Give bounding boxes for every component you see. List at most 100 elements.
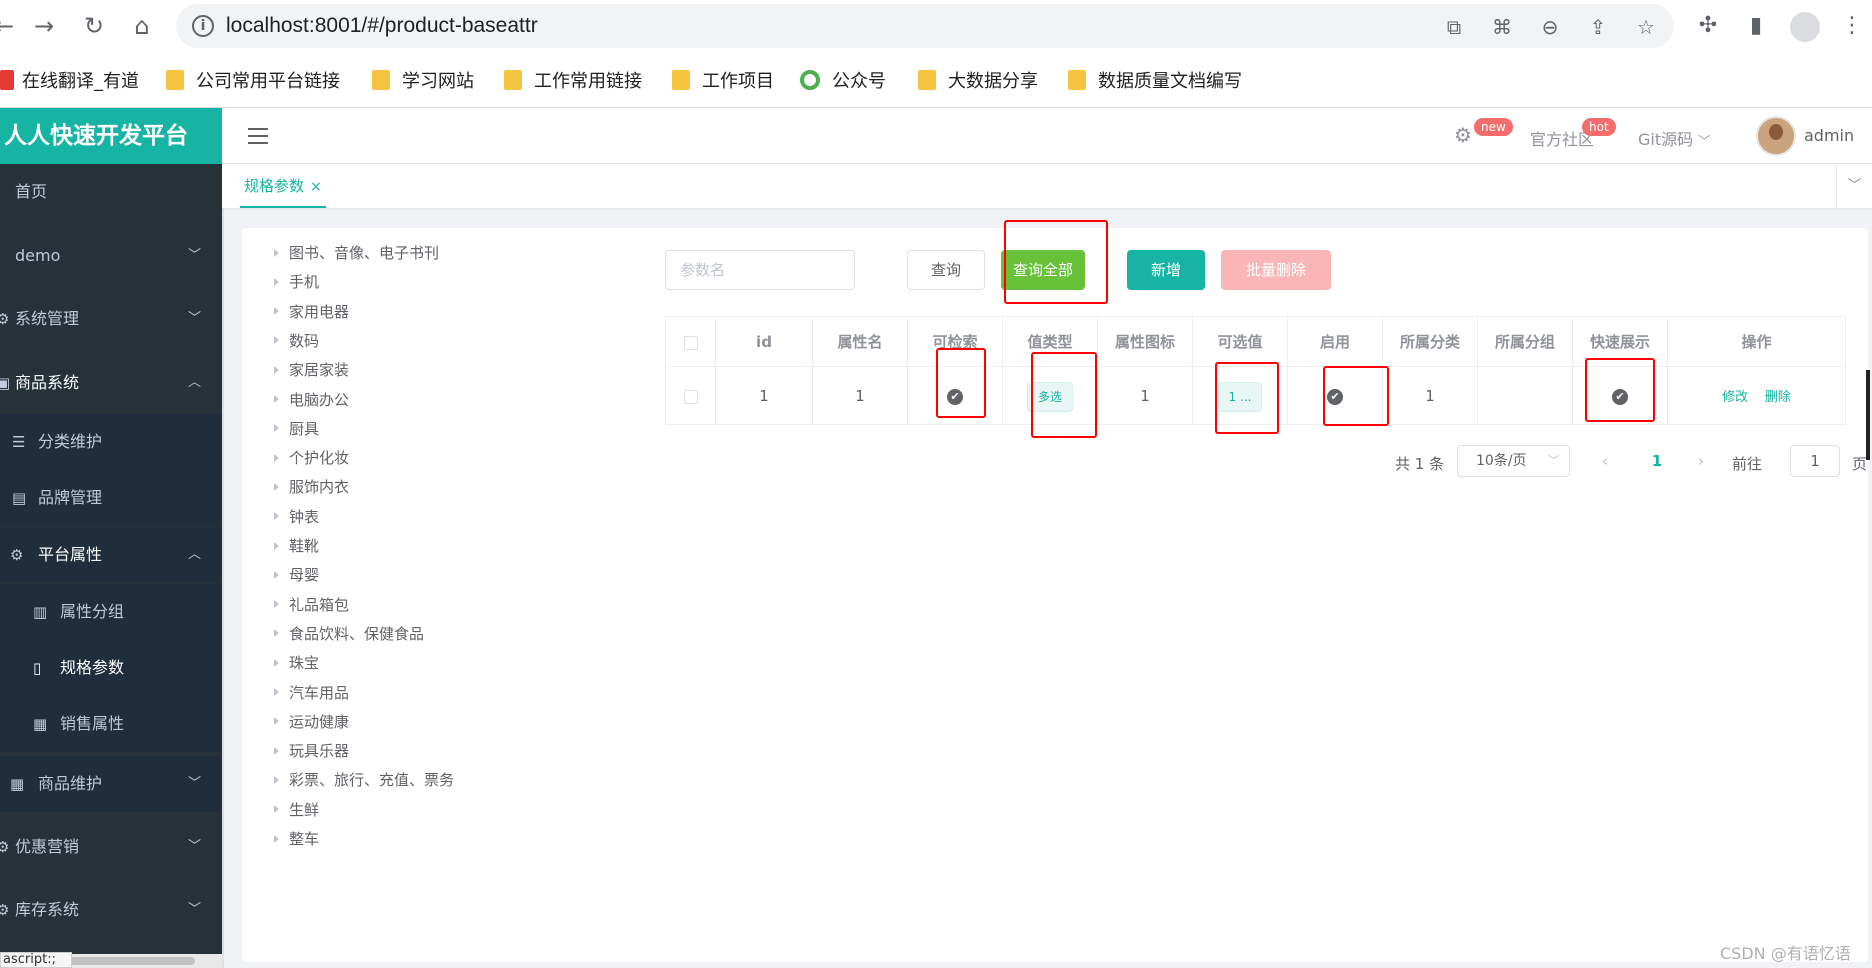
caret-right-icon[interactable] [274,336,279,345]
prev-page-icon[interactable]: ‹ [1592,445,1618,477]
bookmark-item[interactable]: 工作常用链接 [504,68,642,92]
tree-node[interactable]: 钟表 [274,504,319,530]
bookmark-item[interactable]: 学习网站 [372,68,474,92]
tab-baseattr[interactable]: 规格参数 × [240,164,326,208]
tree-node[interactable]: 手机 [274,269,319,295]
sidebar-item-system[interactable]: ⚙ 系统管理 ﹀ [0,291,222,347]
tabs-dropdown-icon[interactable]: ﹀ [1836,164,1872,208]
row-select[interactable] [666,367,716,425]
tree-node[interactable]: 汽车用品 [274,680,349,706]
username[interactable]: admin [1804,126,1854,145]
caret-right-icon[interactable] [274,805,279,814]
tree-node[interactable]: 个护化妆 [274,445,349,471]
caret-right-icon[interactable] [274,834,279,843]
tree-node[interactable]: 玩具乐器 [274,738,349,764]
app-logo[interactable]: 人人快速开发平台 [0,108,222,164]
sidebar-item-spu[interactable]: ▦ 商品维护 ﹀ [0,756,222,812]
caret-right-icon[interactable] [274,395,279,403]
sidebar-item-home[interactable]: 首页 [0,164,222,220]
tree-node[interactable]: 家居家装 [274,357,349,383]
caret-right-icon[interactable] [274,775,279,784]
batch-delete-button[interactable]: 批量删除 [1221,250,1331,290]
search-input[interactable] [665,250,855,290]
sidebar-item-product[interactable]: ▣ 商品系统 ︿ [0,355,222,411]
bookmark-item[interactable]: 公众号 [800,68,886,92]
sidebar-item-saleattr[interactable]: ▦ 销售属性 [0,696,222,752]
tree-node[interactable]: 珠宝 [274,650,319,676]
caret-right-icon[interactable] [274,629,279,638]
sidebar-item-demo[interactable]: demo ﹀ [0,228,222,284]
git-dropdown[interactable]: Git源码 ﹀ [1638,126,1710,150]
tree-node[interactable]: 图书、音像、电子书刊 [274,240,439,266]
sidebar-item-attr-group[interactable]: ▥ 属性分组 [0,584,222,640]
caret-right-icon[interactable] [274,570,279,579]
caret-right-icon[interactable] [274,482,279,491]
sidebar-item-attr[interactable]: ⚙ 平台属性 ︿ [0,527,222,583]
goto-page-input[interactable] [1790,445,1840,477]
scrollbar-thumb[interactable] [70,957,195,965]
tree-node[interactable]: 礼品箱包 [274,592,349,618]
menu-toggle-icon[interactable] [248,128,268,144]
caret-right-icon[interactable] [274,365,279,374]
caret-right-icon[interactable] [274,746,279,755]
tree-node[interactable]: 鞋靴 [274,533,319,559]
caret-right-icon[interactable] [274,424,279,433]
query-button[interactable]: 查询 [907,250,985,290]
tree-node[interactable]: 生鲜 [274,797,319,823]
caret-right-icon[interactable] [274,248,279,257]
sidebar-item-category[interactable]: ☰ 分类维护 [0,414,222,470]
add-button[interactable]: 新增 [1127,250,1205,290]
bookmark-item[interactable]: 工作项目 [672,68,774,92]
bookmark-item[interactable]: 数据质量文档编写 [1068,68,1242,92]
tree-node[interactable]: 厨具 [274,416,319,442]
checkbox[interactable] [683,335,698,350]
extensions-icon[interactable]: ✣ [1694,12,1722,40]
tree-node[interactable]: 电脑办公 [274,387,349,413]
home-icon[interactable]: ⌂ [128,12,156,40]
caret-right-icon[interactable] [274,277,279,286]
bookmark-item[interactable]: 在线翻译_有道 [0,68,139,92]
caret-right-icon[interactable] [274,658,279,667]
next-page-icon[interactable]: › [1688,445,1714,477]
page-scrollbar[interactable] [1866,370,1870,460]
tree-node[interactable]: 数码 [274,328,319,354]
share-icon[interactable]: ⇪ [1586,15,1610,39]
tree-node[interactable]: 服饰内衣 [274,474,349,500]
tree-node[interactable]: 食品饮料、保健食品 [274,621,424,647]
open-external-icon[interactable]: ⧉ [1442,15,1466,39]
checkbox[interactable] [683,389,698,404]
sidebar-item-baseattr[interactable]: ▯ 规格参数 [0,640,222,696]
caret-right-icon[interactable] [274,307,279,316]
forward-icon[interactable]: → [30,12,58,40]
tree-node[interactable]: 整车 [274,826,319,852]
side-panel-icon[interactable]: ▮ [1742,12,1770,40]
sidebar-item-ware[interactable]: ⚙ 库存系统 ﹀ [0,882,222,938]
caret-right-icon[interactable] [274,688,279,696]
caret-right-icon[interactable] [274,541,279,550]
sidebar-item-brand[interactable]: ▤ 品牌管理 [0,470,222,526]
page-number-current[interactable]: 1 [1644,445,1670,477]
delete-link[interactable]: 删除 [1765,390,1791,405]
page-size-select[interactable]: 10条/页 ﹀ [1457,445,1570,477]
caret-right-icon[interactable] [274,600,279,609]
caret-right-icon[interactable] [274,717,279,726]
tree-node[interactable]: 母婴 [274,562,319,588]
address-bar[interactable]: i localhost:8001/#/product-baseattr ⧉ ⌘ … [176,4,1674,48]
bookmark-item[interactable]: 公司常用平台链接 [166,68,340,92]
edit-link[interactable]: 修改 [1722,390,1748,405]
caret-right-icon[interactable] [274,453,279,462]
back-icon[interactable]: ← [0,12,18,40]
info-icon[interactable]: i [192,15,214,37]
bookmark-star-icon[interactable]: ☆ [1634,15,1658,39]
tree-node[interactable]: 运动健康 [274,709,349,735]
reload-icon[interactable]: ↻ [80,12,108,40]
settings-icon[interactable]: ⚙ [1454,123,1472,147]
tree-node[interactable]: 家用电器 [274,299,349,325]
sidebar-item-coupon[interactable]: ⚙ 优惠营销 ﹀ [0,819,222,875]
profile-icon[interactable] [1790,12,1820,42]
bookmark-item[interactable]: 大数据分享 [918,68,1038,92]
menu-dots-icon[interactable]: ⋮ [1838,12,1866,40]
caret-right-icon[interactable] [274,512,279,521]
zoom-icon[interactable]: ⊖ [1538,15,1562,39]
avatar[interactable] [1756,116,1796,156]
